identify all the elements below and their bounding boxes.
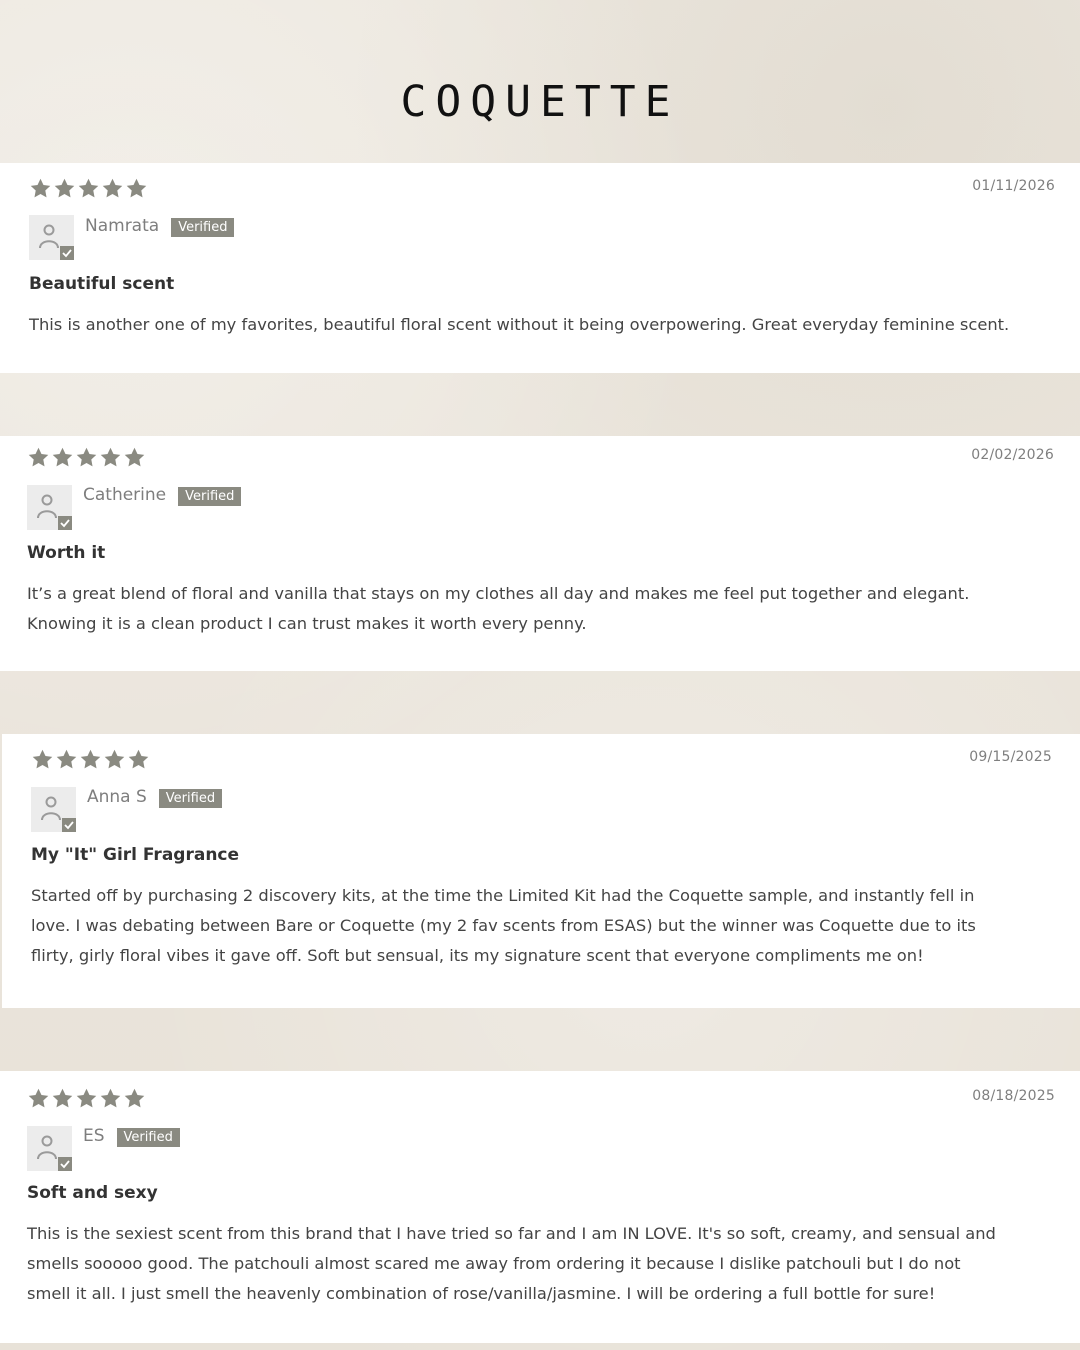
review-title: Soft and sexy — [27, 1183, 158, 1203]
page-header: COQUETTE — [0, 0, 1080, 163]
verified-badge: Verified — [171, 218, 235, 237]
review-body-line: love. I was debating between Bare or Coq… — [31, 916, 976, 935]
star-icon — [27, 446, 50, 469]
star-icon — [99, 446, 122, 469]
review-body-line: flirty, girly floral vibes it gave off. … — [31, 946, 924, 965]
star-icon — [55, 748, 78, 771]
review-date: 09/15/2025 — [969, 749, 1052, 765]
star-icon — [51, 1087, 74, 1110]
review-body: This is another one of my favorites, bea… — [29, 310, 1009, 340]
star-icon — [99, 1087, 122, 1110]
review-body-line: Started off by purchasing 2 discovery ki… — [31, 886, 975, 905]
star-icon — [53, 177, 76, 200]
reviewer-name: Namrata — [85, 216, 160, 236]
user-avatar-icon — [27, 485, 72, 530]
review-title: My "It" Girl Fragrance — [31, 845, 240, 865]
star-icon — [79, 748, 102, 771]
user-avatar-icon — [29, 215, 74, 260]
review-body-line: This is another one of my favorites, bea… — [29, 315, 1010, 334]
review-date: 01/11/2026 — [972, 178, 1055, 194]
review-body-line: smells sooooo good. The patchouli almost… — [27, 1254, 961, 1273]
verified-badge: Verified — [116, 1128, 180, 1147]
star-icon — [123, 1087, 146, 1110]
user-avatar-icon — [27, 1126, 72, 1171]
star-icon — [103, 748, 126, 771]
star-icon — [29, 177, 52, 200]
star-rating — [31, 748, 150, 771]
reviewer-name: Catherine — [83, 485, 167, 505]
star-rating — [27, 446, 146, 469]
reviewer-name: Anna S — [87, 787, 147, 807]
star-icon — [75, 1087, 98, 1110]
review-date: 08/18/2025 — [972, 1088, 1055, 1104]
star-icon — [127, 748, 150, 771]
star-icon — [101, 177, 124, 200]
review-body: This is the sexiest scent from this bran… — [27, 1219, 996, 1309]
review-date: 02/02/2026 — [971, 447, 1054, 463]
star-icon — [27, 1087, 50, 1110]
review-body: Started off by purchasing 2 discovery ki… — [31, 881, 976, 971]
review-body-line: This is the sexiest scent from this bran… — [27, 1224, 996, 1243]
product-title: COQUETTE — [400, 77, 680, 127]
review-body: It’s a great blend of floral and vanilla… — [27, 579, 969, 639]
star-icon — [51, 446, 74, 469]
review-card — [0, 163, 1080, 373]
star-rating — [27, 1087, 146, 1110]
star-rating — [29, 177, 148, 200]
review-body-line: It’s a great blend of floral and vanilla… — [27, 584, 970, 603]
review-title: Worth it — [27, 543, 106, 563]
reviewer-name: ES — [83, 1126, 105, 1146]
star-icon — [31, 748, 54, 771]
star-icon — [123, 446, 146, 469]
user-avatar-icon — [31, 787, 76, 832]
star-icon — [77, 177, 100, 200]
review-title: Beautiful scent — [29, 274, 175, 294]
star-icon — [75, 446, 98, 469]
verified-badge: Verified — [158, 789, 223, 808]
star-icon — [125, 177, 148, 200]
review-body-line: smell it all. I just smell the heavenly … — [27, 1284, 936, 1303]
verified-badge: Verified — [178, 487, 242, 506]
review-body-line: Knowing it is a clean product I can trus… — [27, 614, 587, 633]
